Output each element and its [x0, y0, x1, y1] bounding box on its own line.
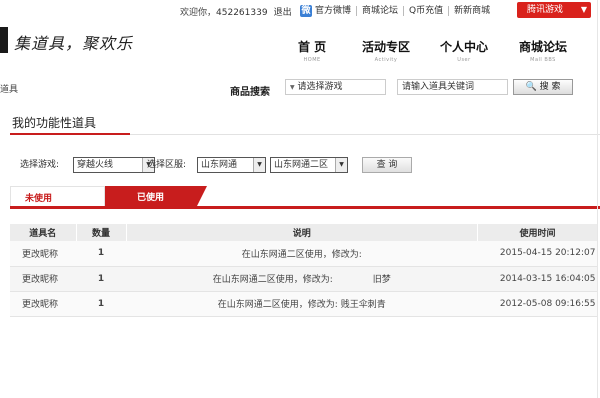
logo-icon[interactable] [0, 27, 8, 53]
nav-bbs-label: 商城论坛 [519, 40, 568, 54]
tencent-games-label: 腾讯游戏 [527, 5, 564, 15]
filter-game: 选择游戏: 穿越火线 ▼ [20, 157, 155, 173]
query-button[interactable]: 查 询 [362, 157, 412, 173]
search-button-label: 搜 索 [539, 82, 561, 92]
logo-slogan: 集道具，聚欢乐 [14, 34, 134, 53]
search-label: 商品搜索 [230, 87, 270, 98]
item-desc: 在山东网通二区使用，修改为: [126, 241, 478, 267]
tab-unused[interactable]: 未使用 [10, 186, 105, 206]
breadcrumb: 道具 [0, 85, 19, 95]
item-time: 2012-05-08 09:16:55 [477, 291, 598, 317]
top-bar: 欢迎你，452261339 退出 微官方微博 商城论坛 Q币充值 新新商城 腾讯游戏 ▼ [0, 0, 600, 22]
col-qty-header: 数量 [76, 224, 127, 241]
item-qty: 1 [76, 241, 126, 267]
tab-unused-label: 未使用 [25, 194, 53, 204]
tab-underline [10, 206, 600, 209]
item-time: 2015-04-15 20:12:07 [477, 241, 598, 267]
game-select[interactable]: ▼ 请选择游戏 [285, 79, 386, 95]
item-desc: 在山东网通二区使用，修改为: 旧梦 [126, 266, 478, 292]
nav-activity-label: 活动专区 [362, 40, 411, 54]
server-filter-label: 选择区服: [147, 160, 187, 170]
item-desc-text: 在山东网通二区使用，修改为: [241, 249, 362, 260]
game-filter-label: 选择游戏: [20, 160, 60, 170]
item-desc-text: 在山东网通二区使用，修改为: 贱王伞刺青 [217, 300, 386, 310]
new-mall-link[interactable]: 新新商城 [454, 6, 490, 16]
search-bar: 道具 商品搜索 ▼ 请选择游戏 请输入道具关键词 🔍 搜 索 [0, 78, 600, 98]
tencent-games-dropdown[interactable]: 腾讯游戏 ▼ [517, 2, 591, 18]
weibo-link[interactable]: 官方微博 [315, 6, 351, 16]
item-qty: 1 [76, 291, 126, 317]
nav-activity-sub: Activity [374, 57, 398, 63]
chevron-down-icon: ▼ [253, 158, 265, 172]
item-name: 更改昵称 [10, 291, 76, 317]
item-name: 更改昵称 [10, 241, 76, 267]
chevron-down-icon: ▼ [335, 158, 347, 172]
game-filter-select[interactable]: 穿越火线 ▼ [73, 157, 155, 173]
qb-recharge-link[interactable]: Q币充值 [409, 6, 443, 16]
nav-activity[interactable]: 活动专区 Activity [362, 38, 410, 63]
tab-used-label: 已使用 [137, 193, 165, 203]
welcome-label: 欢迎你， [180, 8, 217, 18]
col-name-header: 道具名 [10, 224, 77, 241]
game-select-value: 请选择游戏 [297, 82, 343, 92]
chevron-down-icon: ▼ [290, 84, 295, 91]
divider [130, 134, 600, 135]
item-name: 更改昵称 [10, 266, 76, 292]
table-row: 更改昵称 1 在山东网通二区使用，修改为: 2015-04-15 20:12:0… [10, 241, 598, 267]
nav-home-label: 首 页 [298, 40, 327, 54]
item-time: 2014-03-15 16:04:05 [477, 266, 598, 292]
region-value: 山东网通 [201, 160, 238, 170]
nav-home-sub: HOME [303, 57, 321, 63]
item-desc: 在山东网通二区使用，修改为: 贱王伞刺青 [126, 291, 478, 317]
title-underline [10, 133, 130, 135]
chevron-down-icon: ▼ [580, 5, 587, 14]
search-button[interactable]: 🔍 搜 索 [513, 79, 573, 95]
nav-user[interactable]: 个人中心 User [440, 38, 488, 63]
divider [403, 5, 405, 16]
region-select[interactable]: 山东网通 ▼ [197, 157, 266, 173]
welcome-text: 欢迎你，452261339 退出 [180, 5, 292, 18]
nav-user-sub: User [457, 57, 471, 63]
col-time-header: 使用时间 [477, 224, 598, 241]
search-icon: 🔍 [525, 82, 537, 92]
filter-server: 选择区服: 山东网通 ▼ 山东网通二区 ▼ [147, 157, 357, 173]
status-tabs: 未使用 已使用 [10, 186, 600, 210]
logout-link[interactable]: 退出 [274, 8, 292, 18]
items-table: 道具名 数量 说明 使用时间 更改昵称 1 在山东网通二区使用，修改为: 201… [10, 224, 598, 317]
server-value: 山东网通二区 [274, 160, 329, 170]
item-desc-text: 在山东网通二区使用，修改为: 旧梦 [212, 275, 391, 285]
user-id: 452261339 [216, 8, 268, 18]
forum-link[interactable]: 商城论坛 [362, 6, 398, 16]
item-qty: 1 [76, 266, 126, 292]
tab-used[interactable]: 已使用 [105, 186, 207, 206]
table-row: 更改昵称 1 在山东网通二区使用，修改为: 旧梦 2014-03-15 16:0… [10, 266, 598, 292]
page-title: 我的功能性道具 [12, 116, 97, 130]
keyword-input[interactable]: 请输入道具关键词 [397, 79, 508, 95]
nav-home[interactable]: 首 页 HOME [298, 38, 326, 63]
table-row: 更改昵称 1 在山东网通二区使用，修改为: 贱王伞刺青 2012-05-08 0… [10, 291, 598, 317]
divider [356, 5, 358, 16]
nav-bbs[interactable]: 商城论坛 Mall BBS [519, 38, 567, 63]
weibo-icon[interactable]: 微 [300, 4, 312, 17]
server-select[interactable]: 山东网通二区 ▼ [270, 157, 348, 173]
top-links: 微官方微博 商城论坛 Q币充值 新新商城 [300, 3, 490, 17]
game-filter-value: 穿越火线 [77, 160, 114, 170]
nav-bbs-sub: Mall BBS [530, 57, 556, 63]
table-header-row: 道具名 数量 说明 使用时间 [10, 224, 598, 241]
page-border [597, 0, 598, 398]
divider [448, 5, 450, 16]
col-desc-header: 说明 [126, 224, 478, 241]
nav-user-label: 个人中心 [440, 40, 489, 54]
